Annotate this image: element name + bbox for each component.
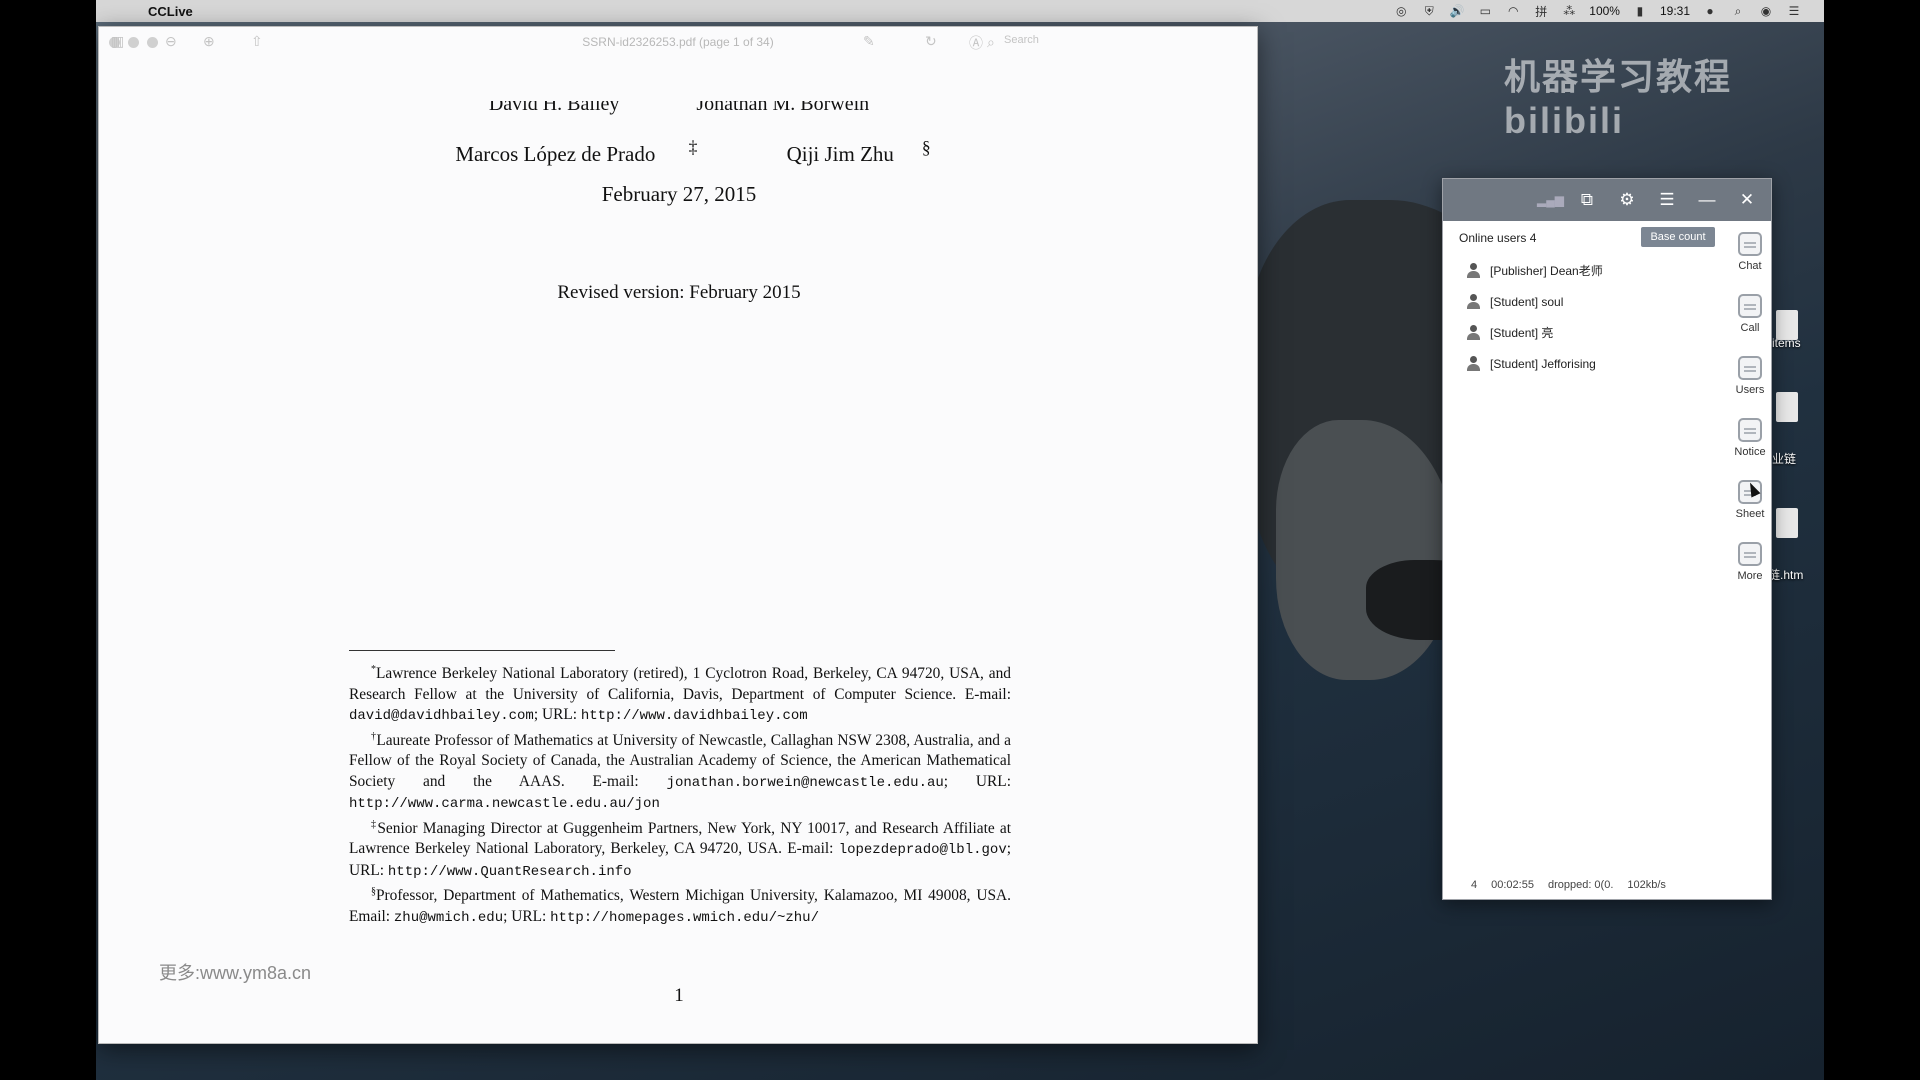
window-title: SSRN-id2326253.pdf (page 1 of 34) xyxy=(582,35,774,49)
chat-button[interactable]: Chat xyxy=(1729,221,1771,283)
call-button[interactable]: Call xyxy=(1729,283,1771,345)
online-users-label: Online users 4 xyxy=(1459,231,1537,245)
cclive-window: ▂▄▆ ⧉ ⚙ ☰ — ✕ Online users 4 Base count … xyxy=(1442,178,1772,900)
person-icon xyxy=(1467,356,1480,371)
cclive-titlebar: ▂▄▆ ⧉ ⚙ ☰ — ✕ xyxy=(1443,179,1771,221)
sidebar-toggle-icon[interactable]: ▥ xyxy=(111,33,124,50)
pdf-toolbar: SSRN-id2326253.pdf (page 1 of 34) ▥ ⊖ ⊕ … xyxy=(99,27,1257,57)
author-name: David H. Bailey xyxy=(488,101,620,115)
display-icon[interactable]: ▭ xyxy=(1477,4,1493,18)
bilibili-watermark: 机器学习教程 bilibili xyxy=(1504,56,1733,141)
user-icon[interactable]: ● xyxy=(1702,4,1718,18)
person-icon xyxy=(1467,263,1480,278)
stream-stats: 4 00:02:55 dropped: 0(0. 102kb/s xyxy=(1443,879,1771,891)
user-list: [Publisher] Dean老师 [Student] soul [Stude… xyxy=(1467,255,1603,379)
person-icon xyxy=(1467,325,1480,340)
markup-icon[interactable]: ✎ xyxy=(863,33,875,50)
authors-row-1: David H. Bailey Jonathan M. Borwein xyxy=(99,101,1259,121)
popout-icon[interactable]: ⧉ xyxy=(1577,190,1597,210)
footnote-rule xyxy=(349,650,615,651)
list-item[interactable]: [Student] soul xyxy=(1467,286,1603,317)
search-field[interactable]: Search xyxy=(1004,34,1039,46)
bluetooth-icon[interactable]: ⁂ xyxy=(1561,4,1577,18)
pdf-page: David H. Bailey Jonathan M. Borwein Marc… xyxy=(99,57,1257,1042)
desktop-label-htm[interactable]: 链.htm xyxy=(1768,566,1803,583)
signal-icon: ▂▄▆ xyxy=(1537,193,1564,207)
spotlight-icon[interactable]: ⌕ xyxy=(1730,4,1746,18)
shield-icon[interactable]: ⛨ xyxy=(1421,4,1437,18)
cclive-body: Online users 4 Base count [Publisher] De… xyxy=(1443,221,1771,899)
close-icon[interactable]: ✕ xyxy=(1737,190,1757,210)
notification-center-icon[interactable]: ☰ xyxy=(1786,4,1802,18)
list-item[interactable]: [Student] Jefforising xyxy=(1467,348,1603,379)
elapsed-time: 00:02:55 xyxy=(1491,879,1534,891)
notice-button[interactable]: Notice xyxy=(1729,407,1771,469)
desktop-label-items[interactable]: items xyxy=(1772,336,1801,350)
annotate-icon[interactable]: Ⓐ xyxy=(969,33,983,53)
dropped-frames: dropped: 0(0. xyxy=(1547,879,1614,891)
footnote: *Lawrence Berkeley National Laboratory (… xyxy=(349,664,1011,725)
users-icon xyxy=(1738,356,1762,380)
revised-version: Revised version: February 2015 xyxy=(557,282,801,303)
sheet-button[interactable]: Sheet xyxy=(1729,469,1771,531)
battery-percent: 100% xyxy=(1589,4,1620,18)
viewer-count: 4 xyxy=(1471,879,1478,891)
menu-icon[interactable]: ☰ xyxy=(1657,190,1677,210)
list-item[interactable]: [Student] 亮 xyxy=(1467,317,1603,348)
zoom-in-icon[interactable]: ⊕ xyxy=(203,33,215,50)
battery-icon[interactable]: ▮ xyxy=(1632,4,1648,18)
author-name: Qiji Jim Zhu § xyxy=(786,137,931,166)
users-button[interactable]: Users xyxy=(1729,345,1771,407)
desktop-label-chain[interactable]: 业链 xyxy=(1772,450,1796,467)
more-icon xyxy=(1738,542,1762,566)
authors-row-2: Marcos López de Prado ‡ Qiji Jim Zhu § xyxy=(99,137,1259,167)
author-name: Marcos López de Prado ‡ xyxy=(455,137,698,166)
page-number: 1 xyxy=(674,985,684,1006)
more-button[interactable]: More xyxy=(1729,531,1771,593)
file-icon[interactable] xyxy=(1776,508,1798,538)
footnote: †Laureate Professor of Mathematics at Un… xyxy=(349,730,1011,813)
sync-icon[interactable]: ◎ xyxy=(1393,4,1409,18)
minimize-icon[interactable]: — xyxy=(1697,190,1717,210)
app-name[interactable]: CCLive xyxy=(148,4,193,19)
footnotes: *Lawrence Berkeley National Laboratory (… xyxy=(349,660,1011,929)
search-icon[interactable]: ⌕ xyxy=(987,34,995,51)
status-menus: ◎ ⛨ 🔊 ▭ ◠ 拼 ⁂ 100% ▮ 19:31 ● ⌕ ◉ ☰ xyxy=(1393,4,1824,19)
bitrate: 102kb/s xyxy=(1627,879,1666,891)
notice-icon xyxy=(1738,418,1762,442)
pdf-viewer-window: SSRN-id2326253.pdf (page 1 of 34) ▥ ⊖ ⊕ … xyxy=(98,26,1258,1044)
gear-icon[interactable]: ⚙ xyxy=(1617,190,1637,210)
side-toolbar: Chat Call Users Notice Sheet More xyxy=(1729,221,1771,593)
list-item[interactable]: [Publisher] Dean老师 xyxy=(1467,255,1603,286)
menu-bar: CCLive ◎ ⛨ 🔊 ▭ ◠ 拼 ⁂ 100% ▮ 19:31 ● ⌕ ◉ … xyxy=(96,0,1824,22)
input-method-icon[interactable]: 拼 xyxy=(1533,4,1549,19)
volume-icon[interactable]: 🔊 xyxy=(1449,4,1465,18)
siri-icon[interactable]: ◉ xyxy=(1758,4,1774,18)
file-icon[interactable] xyxy=(1776,392,1798,422)
share-icon[interactable]: ⇧ xyxy=(251,33,263,50)
footnote: §Professor, Department of Mathematics, W… xyxy=(349,886,1011,926)
footnote: ‡Senior Managing Director at Guggenheim … xyxy=(349,818,1011,880)
rotate-icon[interactable]: ↻ xyxy=(925,33,937,50)
publication-date: February 27, 2015 xyxy=(601,182,757,206)
clock[interactable]: 19:31 xyxy=(1660,4,1690,18)
wifi-icon[interactable]: ◠ xyxy=(1505,4,1521,18)
watermark-url: 更多:www.ym8a.cn xyxy=(159,963,312,983)
base-count-button[interactable]: Base count xyxy=(1641,227,1715,247)
desktop: CCLive ◎ ⛨ 🔊 ▭ ◠ 拼 ⁂ 100% ▮ 19:31 ● ⌕ ◉ … xyxy=(96,0,1824,1080)
author-name: Jonathan M. Borwein xyxy=(696,101,870,115)
chat-icon xyxy=(1738,232,1762,256)
phone-icon xyxy=(1738,294,1762,318)
zoom-out-icon[interactable]: ⊖ xyxy=(165,33,177,50)
person-icon xyxy=(1467,294,1480,309)
